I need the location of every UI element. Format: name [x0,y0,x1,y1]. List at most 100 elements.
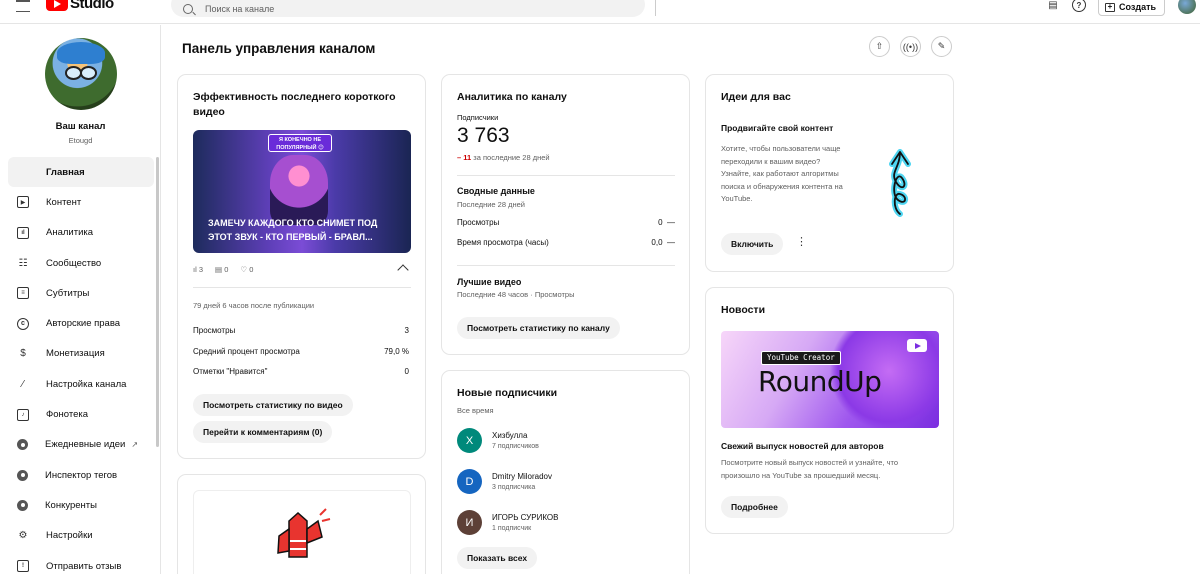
top-divider [655,0,656,16]
summary-value: 0,0 — [651,238,675,247]
page-title: Панель управления каналом [182,41,376,56]
divider [457,265,675,266]
sidebar-item-label: Фонотека [46,409,89,421]
subscriber-info: Хизбулла 7 подписчиков [492,431,539,450]
sidebar-scrollbar[interactable] [156,157,159,447]
news-text: Посмотрите новый выпуск новостей и узнай… [721,458,899,480]
card-title: Эффективность последнего короткого видео [193,91,396,118]
content-icon: ▶ [17,196,29,209]
chevron-up-icon[interactable] [397,264,409,276]
sidebar-item-subtitles[interactable]: ≡ Субтитры [8,278,154,308]
metric-label: Средний процент просмотра [193,347,300,356]
subscriber-name: Dmitry Miloradov [492,472,553,481]
magic-wand-icon: ⁄ [22,378,24,390]
sidebar-nav: Главная ▶ Контент ıl Аналитика ☷ Сообщес… [8,157,154,574]
live-icon: ((•)) [902,41,919,52]
sidebar-item-settings[interactable]: ⚙ Настройки [8,521,154,551]
menu-icon[interactable] [16,0,30,12]
sidebar-item-label: Субтитры [46,287,90,299]
thumbnail-sticker: Я КОНЕЧНО НЕ ПОПУЛЯРНЫЙ 😊 [268,134,332,152]
sidebar-item-label: Авторские права [46,318,121,330]
sidebar-item-daily-ideas[interactable]: Ежедневные идеи ↗ [8,430,154,460]
sidebar-item-audio-library[interactable]: ♪ Фонотека [8,399,154,429]
extension-icon [17,439,28,451]
sidebar: Ваш канал Etougd Главная ▶ Контент ıl Ан… [0,25,161,574]
sidebar-item-monetization[interactable]: $ Монетизация [8,339,154,369]
card-illustration-frame [193,490,411,574]
show-all-subscribers-button[interactable]: Показать всех [457,547,538,569]
search-input[interactable] [205,3,585,14]
gear-icon: ⚙ [18,530,28,542]
subscriber-item[interactable]: X Хизбулла 7 подписчиков [457,428,539,453]
video-stats-button[interactable]: Посмотреть статистику по видео [193,394,353,416]
pencil-illustration-icon [277,508,331,558]
sidebar-item-tag-inspector[interactable]: Инспектор тегов [8,460,154,490]
thumbs-up-icon: ♡ [240,265,248,274]
learn-more-button[interactable]: Подробнее [721,496,788,518]
sidebar-item-content[interactable]: ▶ Контент [8,187,154,217]
latest-short-card: Эффективность последнего короткого видео… [177,74,426,459]
channel-handle: Etougd [68,136,93,145]
create-post-button[interactable]: ✎ [931,36,952,57]
ideas-card: Идеи для вас Продвигайте свой контент Хо… [705,74,954,272]
change-value: – 11 [457,153,472,162]
metric-value: 0 [404,367,409,376]
change-period: за последние 28 дней [473,153,550,162]
external-link-icon: ↗ [131,440,139,450]
analytics-icon: ıl [17,226,29,239]
upload-button[interactable]: ⇧ [869,36,890,57]
community-icon: ☷ [18,257,28,269]
card-title: Новые подписчики [457,387,558,399]
help-icon[interactable]: ? [1072,0,1086,12]
metric-value: 0,0 [651,238,663,247]
top-videos-period: Последние 48 часов · Просмотры [457,290,575,299]
enable-button[interactable]: Включить [721,233,784,255]
likes-stat: ♡ 0 [240,265,254,274]
sidebar-item-copyright[interactable]: c Авторские права [8,308,154,338]
subscribers-value: 3 763 [457,124,510,147]
avatar-glasses [63,66,99,80]
news-banner[interactable]: YouTube Creator RoundUp [721,331,939,428]
sidebar-item-label: Ежедневные идеи [45,439,126,451]
avatar-hair [57,42,105,64]
news-headline: Свежий выпуск новостей для авторов [721,441,884,451]
logo-text: Studio [70,0,114,12]
card-title: Новости [721,304,766,316]
sidebar-item-label: Главная [46,166,85,178]
sidebar-item-analytics[interactable]: ıl Аналитика [8,218,154,248]
sidebar-item-label: Сообщество [46,257,102,269]
channel-name: Ваш канал [55,121,106,132]
video-thumbnail[interactable]: Я КОНЕЧНО НЕ ПОПУЛЯРНЫЙ 😊 ЗАМЕЧУ КАЖДОГО… [193,130,411,253]
sidebar-item-label: Инспектор тегов [45,469,118,481]
more-vert-icon[interactable]: ⋮ [796,237,807,248]
metric-trend: — [667,238,675,247]
channel-stats-button[interactable]: Посмотреть статистику по каналу [457,317,620,339]
search-box[interactable] [171,0,645,17]
go-to-comments-button[interactable]: Перейти к комментариям (0) [193,421,333,443]
create-button[interactable]: + Создать [1098,0,1166,16]
comment-icon: ▤ [215,265,223,274]
subscriber-item[interactable]: И ИГОРЬ СУРИКОВ 1 подписчик [457,510,558,535]
video-title: ЗАМЕЧУ КАЖДОГО КТО СНИМЕТ ПОД ЭТОТ ЗВУК … [208,218,378,242]
subscribers-change: – 11 за последние 28 дней [457,153,550,162]
go-live-button[interactable]: ((•)) [900,36,921,57]
youtube-play-icon [907,339,927,352]
sidebar-item-label: Аналитика [46,227,94,239]
metric-value: 3 [404,326,409,335]
sidebar-item-dashboard[interactable]: Главная [8,157,154,188]
studio-logo[interactable]: Studio [46,0,114,12]
sidebar-item-customization[interactable]: ⁄ Настройка канала [8,369,154,399]
ideas-text: Хотите, чтобы пользователи чаще переходи… [721,144,843,204]
edit-icon: ✎ [937,41,946,51]
sidebar-item-community[interactable]: ☷ Сообщество [8,248,154,278]
sidebar-item-feedback[interactable]: ! Отправить отзыв [8,551,154,574]
channel-avatar[interactable] [45,38,117,110]
audio-library-icon: ♪ [17,408,29,421]
captions-icon[interactable]: ▤ [1046,0,1060,12]
account-avatar[interactable] [1178,0,1196,14]
subscriber-info: ИГОРЬ СУРИКОВ 1 подписчик [492,513,558,532]
sidebar-item-competitors[interactable]: Конкуренты [8,490,154,520]
subscriber-item[interactable]: D Dmitry Miloradov 3 подписчика [457,469,552,494]
create-plus-icon: + [1105,2,1115,12]
publish-age: 79 дней 6 часов после публикации [193,301,315,310]
